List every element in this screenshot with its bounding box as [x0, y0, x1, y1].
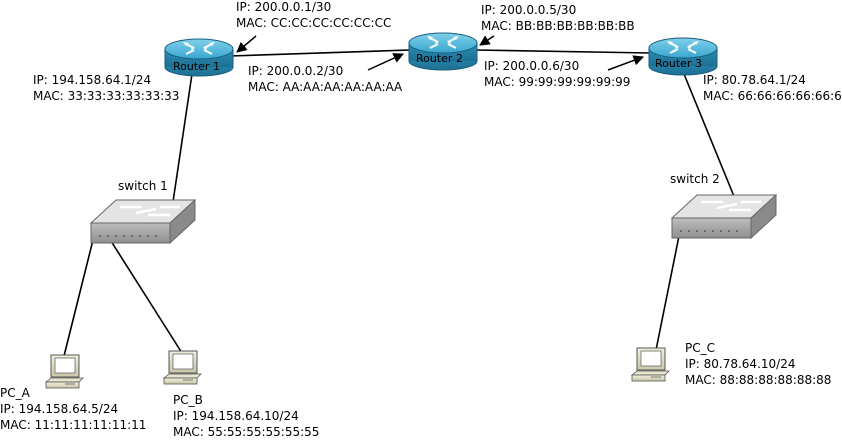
interface-ip: IP: 200.0.0.6/30: [484, 59, 579, 73]
pointer-arrow: [479, 35, 495, 46]
interface-mac: MAC: 33:33:33:33:33:33: [33, 89, 179, 103]
computer-icon: [163, 350, 202, 385]
pc-name: PC_C: [685, 341, 715, 355]
switch-label: switch 2: [670, 172, 720, 186]
interface-mac: MAC: 99:99:99:99:99:99: [484, 75, 630, 89]
switch-icon: [671, 194, 777, 240]
pointer-arrow: [236, 35, 257, 53]
pc-name: PC_A: [0, 386, 31, 400]
link-switch1-pca: [63, 227, 97, 357]
router-1: Router 1: [164, 38, 234, 77]
link-switch1-pcb: [103, 229, 183, 354]
pc-name: PC_B: [173, 393, 203, 407]
switch-1: switch 1: [90, 179, 196, 245]
pc-mac: MAC: 88:88:88:88:88:88: [685, 373, 831, 387]
pc-a: PC_A IP: 194.158.64.5/24 MAC: 11:11:11:1…: [0, 354, 146, 432]
interface-ip: IP: 200.0.0.1/30: [236, 0, 331, 14]
interface-ip: IP: 200.0.0.5/30: [481, 3, 576, 17]
switch-icon: [90, 199, 196, 245]
switch-2: switch 2: [670, 172, 777, 240]
router-2: Router 2: [408, 32, 478, 71]
interface-ip: IP: 200.0.0.2/30: [248, 64, 343, 78]
pc-ip: IP: 194.158.64.5/24: [0, 402, 118, 416]
switch-label: switch 1: [118, 179, 168, 193]
router-label: Router 3: [655, 57, 702, 70]
interface-ip: IP: 80.78.64.1/24: [703, 73, 806, 87]
pc-ip: IP: 80.78.64.10/24: [685, 357, 795, 371]
interface-mac: MAC: 66:66:66:66:66:66: [703, 89, 842, 103]
interface-mac: MAC: AA:AA:AA:AA:AA:AA: [248, 80, 403, 94]
interface-r3-wan: IP: 200.0.0.6/30 MAC: 99:99:99:99:99:99: [484, 55, 644, 89]
pc-ip: IP: 194.158.64.10/24: [173, 409, 299, 423]
interface-r2-right: IP: 200.0.0.5/30 MAC: BB:BB:BB:BB:BB:BB: [479, 3, 635, 46]
network-diagram: Router 1 Router 2 Router 3 switch 1 swit…: [0, 0, 842, 439]
interface-ip: IP: 194.158.64.1/24: [33, 73, 151, 87]
interface-r3-lan: IP: 80.78.64.1/24 MAC: 66:66:66:66:66:66: [703, 73, 842, 103]
pointer-arrow: [607, 55, 644, 71]
computer-icon: [45, 354, 84, 389]
link-router2-router3: [473, 49, 651, 54]
pc-mac: MAC: 55:55:55:55:55:55: [173, 425, 319, 439]
interface-mac: MAC: CC:CC:CC:CC:CC:CC: [236, 16, 391, 30]
pc-c: PC_C IP: 80.78.64.10/24 MAC: 88:88:88:88…: [631, 341, 831, 387]
interface-r2-left: IP: 200.0.0.2/30 MAC: AA:AA:AA:AA:AA:AA: [248, 53, 404, 94]
router-label: Router 2: [416, 52, 463, 65]
link-router1-router2: [229, 49, 411, 57]
pc-mac: MAC: 11:11:11:11:11:11: [0, 418, 146, 432]
interface-r1-wan: IP: 200.0.0.1/30 MAC: CC:CC:CC:CC:CC:CC: [236, 0, 391, 53]
interface-r1-lan: IP: 194.158.64.1/24 MAC: 33:33:33:33:33:…: [33, 73, 179, 103]
pc-b: PC_B IP: 194.158.64.10/24 MAC: 55:55:55:…: [163, 350, 319, 439]
link-switch2-pcc: [655, 235, 680, 351]
router-3: Router 3: [648, 37, 718, 76]
router-label: Router 1: [173, 60, 220, 73]
pointer-arrow: [367, 53, 404, 71]
interface-mac: MAC: BB:BB:BB:BB:BB:BB: [481, 19, 635, 33]
computer-icon: [631, 347, 670, 382]
